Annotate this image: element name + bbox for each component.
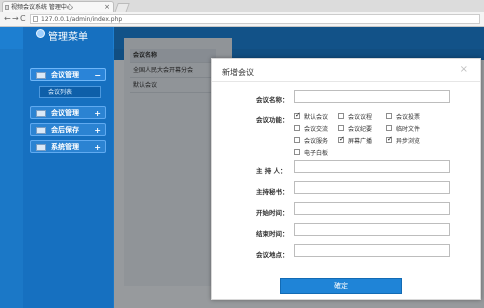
menu-label: 会议管理 (51, 109, 79, 117)
checkbox-meeting-service[interactable] (294, 137, 300, 143)
menu-label: 系统管理 (51, 143, 79, 151)
sidebar-brand: 管理菜单 (36, 28, 88, 43)
folder-icon (36, 110, 46, 117)
browser-window: 视频会议系统 管理中心 × ← → C 127.0.0.1/admin/inde… (0, 0, 484, 308)
expand-icon[interactable]: + (94, 107, 101, 120)
function-label: 临时文件 (396, 126, 421, 133)
function-label: 屏幕广播 (348, 138, 373, 145)
add-meeting-modal: 新增会议 × 会议名称： 会议功能： 默认会议 会议议程 会议投票 会议交流 会… (211, 58, 481, 300)
menu-label: 会后保存 (51, 126, 79, 134)
forward-icon[interactable]: → (12, 15, 19, 23)
page-icon (5, 5, 9, 10)
function-label: 异步浏览 (396, 138, 421, 145)
page-icon (33, 16, 38, 22)
menu-meeting-management[interactable]: 会议管理 − (30, 68, 106, 81)
function-label: 会议交流 (304, 126, 329, 133)
checkbox-whiteboard[interactable] (294, 149, 300, 155)
url-input[interactable]: 127.0.0.1/admin/index.php (30, 14, 480, 24)
function-label: 会议纪要 (348, 126, 373, 133)
meeting-name-input[interactable] (294, 90, 450, 103)
back-icon[interactable]: ← (4, 15, 11, 23)
function-label: 会议投票 (396, 114, 421, 121)
close-icon[interactable]: × (460, 64, 468, 75)
modal-divider (212, 81, 480, 82)
tab-title: 视频会议系统 管理中心 (11, 4, 73, 11)
gear-icon (36, 29, 45, 38)
checkbox-meeting-vote[interactable] (386, 113, 392, 119)
location-input[interactable] (294, 244, 450, 257)
collapse-icon[interactable]: − (94, 69, 101, 82)
address-bar: ← → C 127.0.0.1/admin/index.php (0, 12, 484, 27)
checkbox-temporary-files[interactable] (386, 125, 392, 131)
host-input[interactable] (294, 160, 450, 173)
tab-bar: 视频会议系统 管理中心 × (0, 0, 484, 13)
refresh-icon[interactable]: C (20, 15, 26, 23)
function-label: 会议议程 (348, 114, 373, 121)
save-icon (36, 127, 46, 134)
close-icon[interactable]: × (104, 2, 110, 12)
meeting-icon (36, 72, 46, 79)
function-label: 默认会议 (304, 114, 329, 121)
brand-text: 管理菜单 (48, 32, 88, 43)
checkbox-meeting-minutes[interactable] (338, 125, 344, 131)
checkbox-meeting-agenda[interactable] (338, 113, 344, 119)
submenu-meeting-list[interactable]: 会议列表 (39, 86, 101, 98)
browser-tab[interactable]: 视频会议系统 管理中心 × (2, 1, 114, 12)
menu-after-meeting-save[interactable]: 会后保存 + (30, 123, 106, 136)
menu-meeting-management-2[interactable]: 会议管理 + (30, 106, 106, 119)
confirm-button[interactable]: 確定 (280, 278, 402, 294)
modal-title: 新增会议 (222, 68, 254, 77)
expand-icon[interactable]: + (94, 141, 101, 154)
expand-icon[interactable]: + (94, 124, 101, 137)
end-time-input[interactable] (294, 223, 450, 236)
menu-system-management[interactable]: 系统管理 + (30, 140, 106, 153)
function-label: 电子白板 (304, 150, 329, 157)
checkbox-meeting-exchange[interactable] (294, 125, 300, 131)
url-text: 127.0.0.1/admin/index.php (41, 16, 123, 23)
checkbox-async-browse[interactable] (386, 135, 393, 143)
settings-icon (36, 144, 46, 151)
start-time-input[interactable] (294, 202, 450, 215)
checkbox-screen-broadcast[interactable] (338, 135, 345, 143)
secretary-input[interactable] (294, 181, 450, 194)
function-label: 会议服务 (304, 138, 329, 145)
menu-label: 会议管理 (51, 71, 79, 79)
checkbox-default-meeting[interactable] (294, 111, 301, 119)
